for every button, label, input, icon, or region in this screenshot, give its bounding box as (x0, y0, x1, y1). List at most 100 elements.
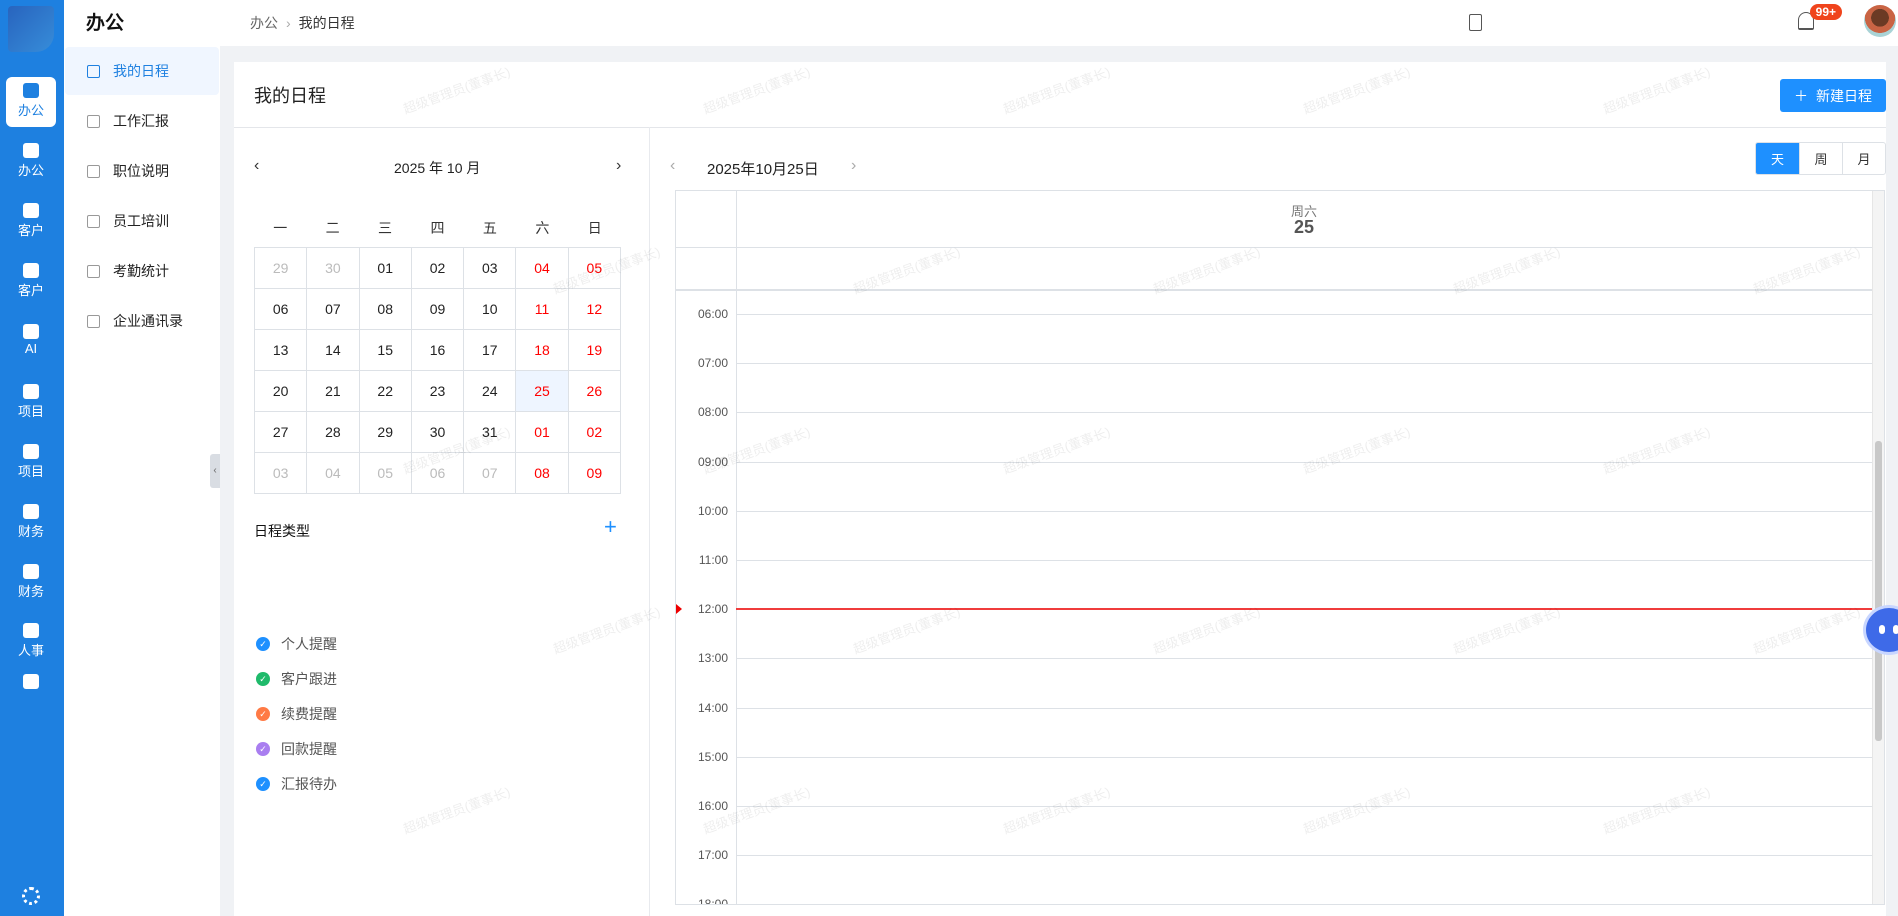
prev-day-button[interactable]: ‹ (670, 157, 675, 175)
hour-label: 12:00 (697, 602, 728, 617)
check-icon[interactable]: ✓ (256, 672, 270, 686)
view-tab[interactable]: 月 (1842, 143, 1885, 174)
nav-item[interactable]: 项目 (6, 438, 56, 488)
user-avatar[interactable] (1864, 5, 1896, 37)
collapse-sidebar-button[interactable]: ‹ (210, 454, 220, 488)
nav-item[interactable]: 客户 (6, 257, 56, 307)
scrollbar[interactable] (1872, 191, 1884, 904)
sidebar-item[interactable]: 职位说明 (65, 147, 219, 195)
nav-item-label: 财务 (17, 524, 44, 539)
calendar-day[interactable]: 27 (255, 412, 308, 453)
calendar-day[interactable]: 30 (411, 412, 465, 453)
sidebar-item[interactable]: 考勤统计 (65, 247, 219, 295)
check-icon[interactable]: ✓ (256, 707, 270, 721)
calendar-day[interactable]: 29 (359, 412, 412, 453)
calendar-day[interactable]: 31 (464, 412, 517, 453)
nav-item[interactable]: 项目 (6, 378, 56, 428)
settings-gear-icon[interactable] (22, 887, 40, 905)
calendar-day[interactable]: 02 (411, 248, 465, 289)
calendar-day[interactable]: 26 (568, 371, 621, 412)
sidebar-item-icon (87, 114, 100, 128)
nav-item[interactable]: AI (6, 318, 56, 368)
calendar-day[interactable]: 14 (307, 330, 360, 371)
calendar-day[interactable]: 15 (359, 330, 412, 371)
calendar-day[interactable]: 02 (568, 412, 621, 453)
calendar-day[interactable]: 01 (359, 248, 412, 289)
calendar-day[interactable]: 07 (464, 453, 517, 494)
calendar-day[interactable]: 08 (359, 289, 412, 330)
day-title: 2025年10月25日 (707, 161, 819, 178)
sidebar-item[interactable]: 员工培训 (65, 197, 219, 245)
breadcrumb-item[interactable]: 办公 (250, 13, 278, 33)
calendar-day[interactable]: 07 (307, 289, 360, 330)
schedule-type-item[interactable]: ✓ 回款提醒 (256, 739, 337, 759)
calendar-day[interactable]: 06 (411, 453, 465, 494)
view-tab[interactable]: 周 (1799, 143, 1842, 174)
calendar-day[interactable]: 22 (359, 371, 412, 412)
nav-item-label: 办公 (17, 163, 44, 178)
nav-item[interactable]: 财务 (6, 498, 56, 548)
calendar-day[interactable]: 11 (516, 289, 569, 330)
sidebar-item[interactable]: 我的日程 (65, 47, 219, 95)
calendar-day[interactable]: 09 (568, 453, 621, 494)
all-day-row[interactable] (676, 248, 1884, 291)
schedule-type-item[interactable]: ✓ 客户跟进 (256, 669, 337, 689)
calendar-day[interactable]: 19 (568, 330, 621, 371)
check-icon[interactable]: ✓ (256, 777, 270, 791)
next-month-button[interactable]: › (616, 157, 621, 175)
calendar-day[interactable]: 16 (411, 330, 465, 371)
nav-item[interactable]: 办公 (6, 137, 56, 187)
calendar-day[interactable]: 10 (464, 289, 517, 330)
nav-item[interactable]: 客户 (6, 197, 56, 247)
prev-month-button[interactable]: ‹ (254, 157, 259, 175)
weekday-label: 二 (325, 220, 340, 236)
schedule-type-label: 客户跟进 (281, 671, 337, 687)
calendar-day[interactable]: 06 (255, 289, 308, 330)
next-day-button[interactable]: › (851, 157, 856, 175)
sidebar-item-icon (87, 314, 100, 328)
calendar-day[interactable]: 13 (255, 330, 308, 371)
calendar-day[interactable]: 12 (568, 289, 621, 330)
calendar-day[interactable]: 24 (464, 371, 517, 412)
weekday-header: 一二三四五六日 (254, 218, 621, 238)
schedule-type-label: 汇报待办 (281, 776, 337, 792)
nav-item[interactable] (6, 668, 56, 718)
check-icon[interactable]: ✓ (256, 637, 270, 651)
add-schedule-type-button[interactable]: + (604, 514, 617, 540)
schedule-type-item[interactable]: ✓ 汇报待办 (256, 774, 337, 794)
calendar-day[interactable]: 30 (307, 248, 360, 289)
calendar-day[interactable]: 18 (516, 330, 569, 371)
calendar-day[interactable]: 04 (516, 248, 569, 289)
sidebar-item[interactable]: 工作汇报 (65, 97, 219, 145)
calendar-day[interactable]: 23 (411, 371, 465, 412)
schedule-type-item[interactable]: ✓ 个人提醒 (256, 634, 337, 654)
calendar-day[interactable]: 29 (255, 248, 308, 289)
calendar-day[interactable]: 20 (255, 371, 308, 412)
top-header: 办公 › 我的日程 99+ (220, 0, 1898, 46)
calendar-day[interactable]: 08 (516, 453, 569, 494)
calendar-day[interactable]: 05 (568, 248, 621, 289)
check-icon[interactable]: ✓ (256, 742, 270, 756)
time-grid[interactable]: 06:00 07:00 08:00 09:00 10:00 11:00 12:00 13:00… (676, 291, 1872, 904)
calendar-day[interactable]: 21 (307, 371, 360, 412)
schedule-type-item[interactable]: ✓ 续费提醒 (256, 704, 337, 724)
calendar-day[interactable]: 09 (411, 289, 465, 330)
calendar-day[interactable]: 01 (516, 412, 569, 453)
nav-item[interactable]: 人事 (6, 617, 56, 667)
nav-item[interactable]: 财务 (6, 558, 56, 608)
calendar-day[interactable]: 25 (516, 371, 569, 412)
sidebar-item[interactable]: 企业通讯录 (65, 297, 219, 345)
nav-item[interactable]: 办公 (6, 77, 56, 127)
calendar-day[interactable]: 17 (464, 330, 517, 371)
calendar-day[interactable]: 04 (307, 453, 360, 494)
calendar-day[interactable]: 05 (359, 453, 412, 494)
calendar-day[interactable]: 28 (307, 412, 360, 453)
view-tab[interactable]: 天 (1756, 143, 1799, 174)
weekday-label: 一 (273, 220, 288, 236)
calendar-day[interactable]: 03 (464, 248, 517, 289)
notebook-icon[interactable] (1469, 14, 1482, 31)
calendar-day[interactable]: 03 (255, 453, 308, 494)
nav-item-label: 办公 (17, 103, 44, 118)
weekday-label: 日 (587, 220, 602, 236)
nav-item-label: 项目 (17, 464, 44, 479)
